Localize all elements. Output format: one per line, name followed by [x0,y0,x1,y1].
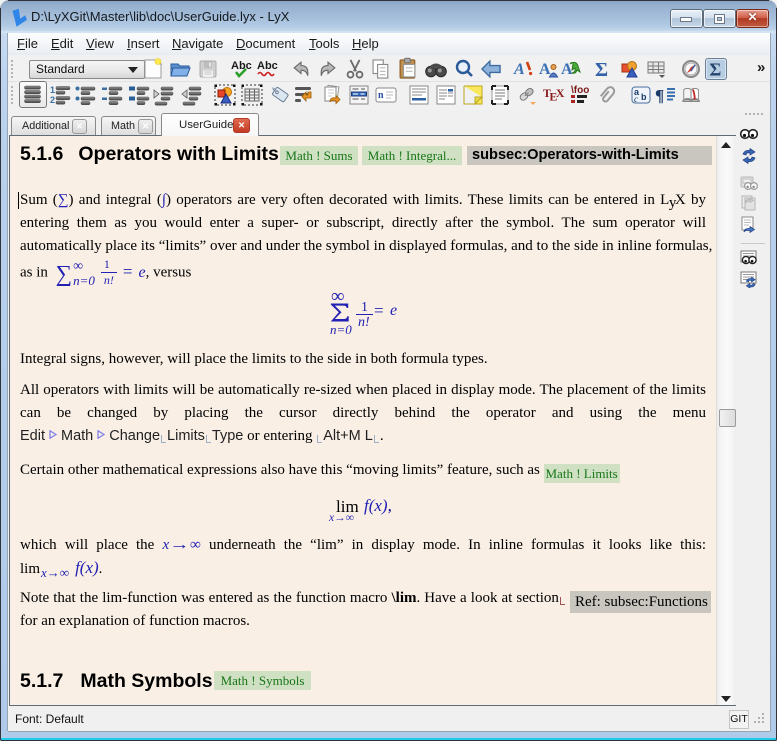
svg-text:2: 2 [50,95,55,105]
svg-text:n: n [378,90,384,101]
svg-text:\foo: \foo [571,85,589,96]
svg-text:Σ: Σ [710,60,722,80]
svg-text:1: 1 [50,85,55,95]
svg-text:Abc: Abc [257,60,278,72]
svg-text:A: A [539,61,551,78]
svg-text:Σ: Σ [595,59,608,80]
svg-text:X: X [556,86,565,100]
svg-text:b: b [641,92,647,102]
svg-text:¶: ¶ [655,86,664,105]
svg-text:A: A [513,61,525,78]
svg-text:Abc: Abc [231,60,252,72]
svg-text:c: c [634,94,638,104]
